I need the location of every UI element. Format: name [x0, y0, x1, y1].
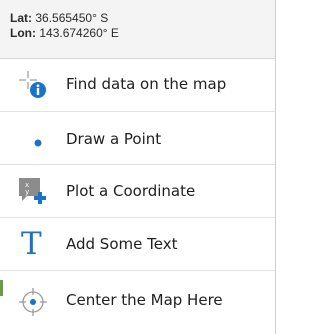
- menu-item-find-data[interactable]: Find data on the map: [0, 59, 275, 112]
- text-icon: T: [21, 227, 42, 257]
- menu-item-draw-point[interactable]: Draw a Point: [0, 112, 275, 165]
- longitude-label: Lon:: [10, 26, 36, 40]
- latitude-label: Lat:: [10, 11, 32, 25]
- svg-text:y: y: [25, 188, 29, 196]
- latitude-row: Lat: 36.565450° S: [10, 11, 275, 26]
- menu-item-center-map[interactable]: Center the Map Here: [0, 271, 275, 334]
- menu-item-label: Find data on the map: [66, 75, 227, 93]
- menu-item-plot-coordinate[interactable]: x y Plot a Coordinate: [0, 165, 275, 218]
- coordinates-readout: Lat: 36.565450° S Lon: 143.674260° E: [0, 0, 275, 59]
- plot-coordinate-icon: x y: [19, 178, 46, 204]
- latitude-value: 36.565450° S: [35, 11, 109, 25]
- menu-item-label: Add Some Text: [66, 235, 178, 253]
- longitude-value: 143.674260° E: [39, 26, 119, 40]
- point-icon: [34, 139, 42, 147]
- map-context-menu: Lat: 36.565450° S Lon: 143.674260° E Fin…: [0, 0, 276, 334]
- menu-item-label: Plot a Coordinate: [66, 182, 196, 200]
- svg-text:T: T: [21, 227, 42, 257]
- page: Lat: 36.565450° S Lon: 143.674260° E Fin…: [0, 0, 277, 334]
- map-edge-fragment: [0, 280, 3, 296]
- menu-item-add-text[interactable]: T Add Some Text: [0, 218, 275, 271]
- menu-item-label: Draw a Point: [66, 130, 162, 148]
- menu-item-label: Center the Map Here: [66, 291, 223, 309]
- find-data-icon: [19, 71, 46, 98]
- crosshair-icon: [19, 288, 47, 316]
- longitude-row: Lon: 143.674260° E: [10, 26, 275, 41]
